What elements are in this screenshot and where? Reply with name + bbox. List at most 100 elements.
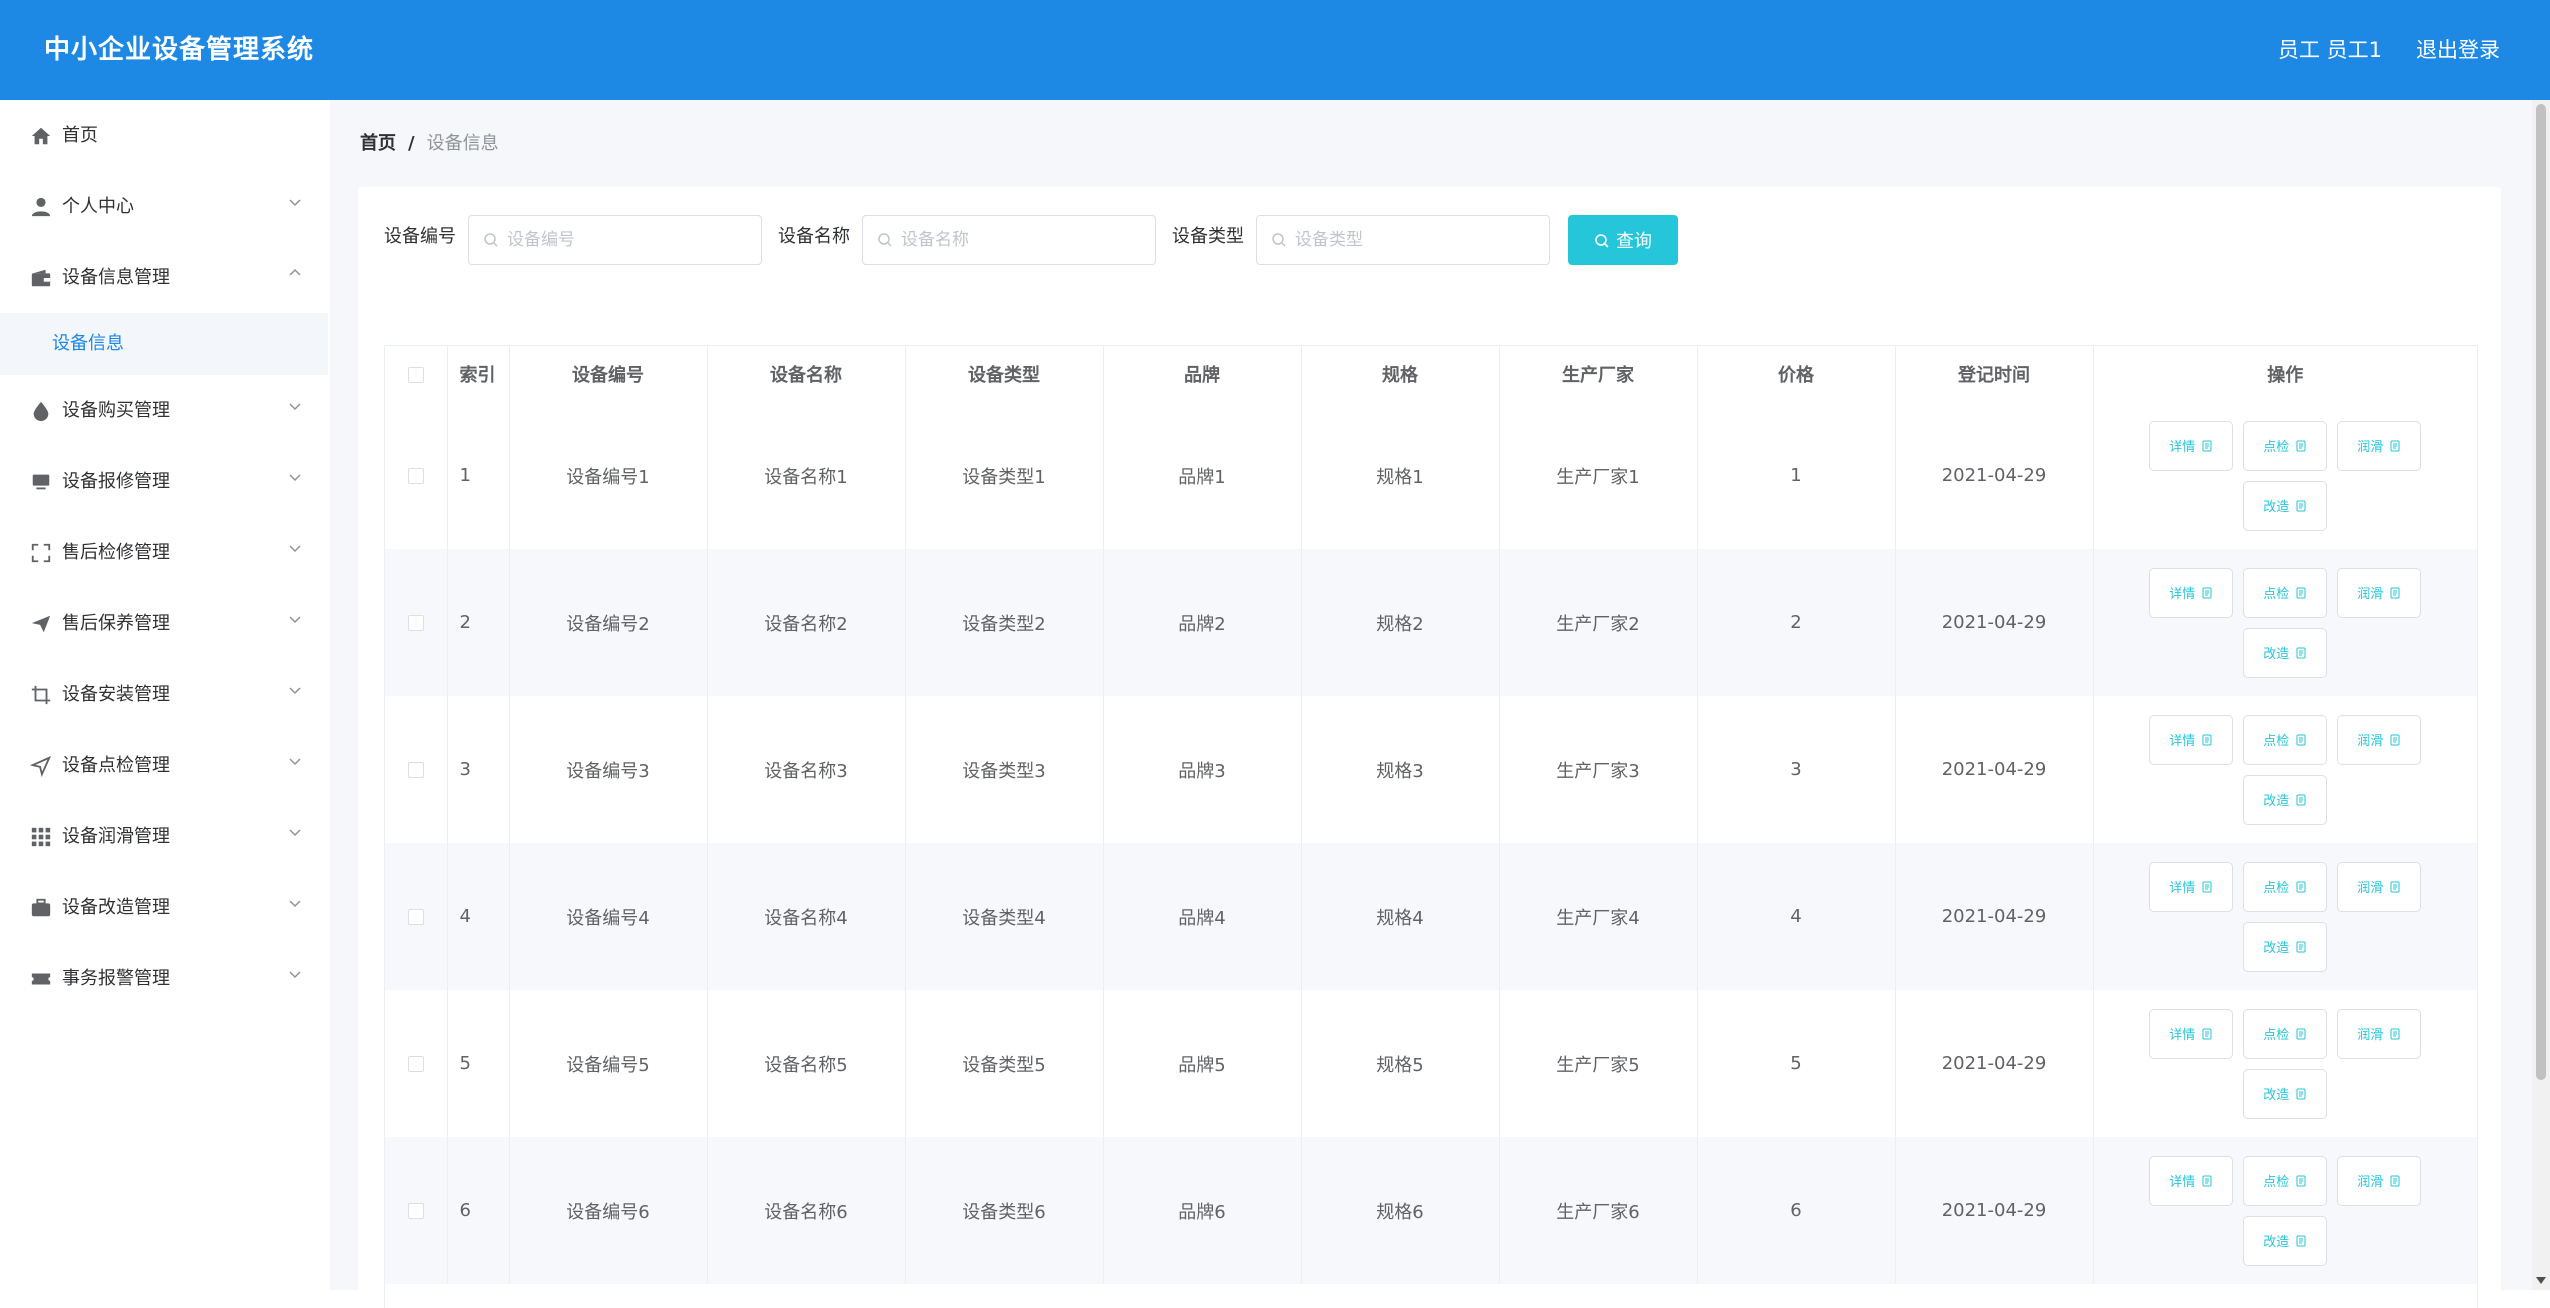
sidebar-item-repair-management[interactable]: 设备报修管理 — [0, 446, 330, 517]
sidebar: 首页 个人中心 设备信息管理 设备信息 设备购买管理 设备报修管理 售后检修管理… — [0, 100, 330, 1290]
action-label: 润滑 — [2357, 734, 2384, 749]
cell-device-name: 设备名称2 — [707, 549, 906, 696]
modify-button[interactable]: 改造 — [2243, 774, 2328, 825]
row-select-cell — [385, 402, 448, 549]
document-icon — [2202, 587, 2212, 598]
device-number-input[interactable] — [468, 215, 762, 265]
sidebar-item-device-info-management[interactable]: 设备信息管理 — [0, 242, 330, 313]
lubricate-button[interactable]: 润滑 — [2337, 714, 2422, 765]
lubricate-button[interactable]: 润滑 — [2337, 567, 2422, 618]
lubricate-button[interactable]: 润滑 — [2337, 1155, 2422, 1206]
sidebar-item-after-sales-inspection[interactable]: 售后检修管理 — [0, 517, 330, 588]
modify-button[interactable]: 改造 — [2243, 1215, 2328, 1266]
row-checkbox[interactable] — [407, 468, 424, 484]
page-scrollbar-thumb[interactable] — [2536, 104, 2546, 1080]
header-index: 索引 — [447, 346, 510, 402]
detail-button[interactable]: 详情 — [2149, 567, 2234, 618]
cell-device-number: 设备编号2 — [509, 549, 708, 696]
cell-spec: 规格5 — [1301, 990, 1500, 1137]
breadcrumb-home[interactable]: 首页 — [360, 133, 396, 154]
user-icon — [31, 197, 51, 217]
sidebar-item-label: 设备改造管理 — [62, 897, 170, 918]
cell-spec: 规格1 — [1301, 402, 1500, 549]
lubricate-button[interactable]: 润滑 — [2337, 420, 2422, 471]
wallet-icon — [31, 269, 51, 287]
modify-button[interactable]: 改造 — [2243, 627, 2328, 678]
action-label: 点检 — [2263, 881, 2290, 896]
table-row: 6 设备编号6 设备名称6 设备类型6 品牌6 规格6 生产厂家6 6 2021-04-29 详情… — [385, 1137, 2477, 1284]
spot-check-button[interactable]: 点检 — [2243, 714, 2328, 765]
row-checkbox[interactable] — [407, 1056, 424, 1072]
sidebar-item-personal-center[interactable]: 个人中心 — [0, 171, 330, 242]
cell-index: 4 — [447, 843, 510, 990]
current-user[interactable]: 员工 员工1 — [2278, 0, 2382, 100]
device-name-input[interactable] — [862, 215, 1156, 265]
action-label: 改造 — [2263, 500, 2290, 515]
sidebar-item-spot-check[interactable]: 设备点检管理 — [0, 730, 330, 801]
app-header: 中小企业设备管理系统 员工 员工1 退出登录 — [0, 0, 2550, 100]
sidebar-subitem-device-info[interactable]: 设备信息 — [0, 313, 328, 375]
cell-actions: 详情 点检 润滑改造 — [2093, 696, 2477, 843]
detail-button[interactable]: 详情 — [2149, 714, 2234, 765]
cell-brand: 品牌2 — [1103, 549, 1302, 696]
row-checkbox[interactable] — [407, 909, 424, 925]
cell-register-time: 2021-04-29 — [1895, 549, 2094, 696]
breadcrumb-current: 设备信息 — [426, 133, 499, 154]
spot-check-button[interactable]: 点检 — [2243, 567, 2328, 618]
spot-check-button[interactable]: 点检 — [2243, 420, 2328, 471]
table-row: 4 设备编号4 设备名称4 设备类型4 品牌4 规格4 生产厂家4 4 2021-04-29 详情… — [385, 843, 2477, 990]
device-table: 索引 设备编号 设备名称 设备类型 品牌 规格 生产厂家 价格 登记时间 操作 … — [384, 345, 2478, 1308]
spot-check-button[interactable]: 点检 — [2243, 1155, 2328, 1206]
detail-button[interactable]: 详情 — [2149, 420, 2234, 471]
spot-check-button[interactable]: 点检 — [2243, 1008, 2328, 1059]
sidebar-item-installation[interactable]: 设备安装管理 — [0, 659, 330, 730]
crop-icon — [31, 685, 51, 705]
sidebar-item-modification[interactable]: 设备改造管理 — [0, 872, 330, 943]
select-all-checkbox[interactable] — [407, 366, 424, 383]
row-checkbox[interactable] — [407, 1203, 424, 1219]
modify-button[interactable]: 改造 — [2243, 480, 2328, 531]
detail-button[interactable]: 详情 — [2149, 861, 2234, 912]
monitor-icon — [32, 474, 50, 490]
chevron-down-icon — [289, 545, 301, 553]
sidebar-item-device-purchase[interactable]: 设备购买管理 — [0, 375, 330, 446]
header-device-type: 设备类型 — [905, 346, 1104, 402]
spot-check-button[interactable]: 点检 — [2243, 861, 2328, 912]
document-icon — [2296, 1088, 2306, 1099]
select-all-header — [385, 346, 448, 402]
header-actions: 操作 — [2093, 346, 2477, 402]
row-checkbox[interactable] — [407, 615, 424, 631]
sidebar-item-after-sales-maintenance[interactable]: 售后保养管理 — [0, 588, 330, 659]
cell-manufacturer: 生产厂家5 — [1499, 990, 1698, 1137]
search-icon — [1272, 233, 1286, 247]
cell-device-number: 设备编号4 — [509, 843, 708, 990]
detail-button[interactable]: 详情 — [2149, 1155, 2234, 1206]
query-button[interactable]: 查询 — [1568, 215, 1678, 265]
cell-device-number: 设备编号6 — [509, 1137, 708, 1284]
breadcrumb-separator: / — [408, 133, 415, 154]
sidebar-item-label: 售后检修管理 — [62, 542, 170, 563]
sidebar-item-alarm[interactable]: 事务报警管理 — [0, 943, 330, 1014]
row-checkbox[interactable] — [407, 762, 424, 778]
sidebar-item-home[interactable]: 首页 — [0, 100, 330, 171]
ticket-icon — [31, 973, 51, 985]
action-label: 润滑 — [2357, 1028, 2384, 1043]
action-label: 润滑 — [2357, 587, 2384, 602]
lubricate-button[interactable]: 润滑 — [2337, 1008, 2422, 1059]
sidebar-item-label: 首页 — [62, 125, 98, 146]
sidebar-item-lubrication[interactable]: 设备润滑管理 — [0, 801, 330, 872]
device-type-input[interactable] — [1256, 215, 1550, 265]
action-label: 详情 — [2169, 734, 2196, 749]
row-select-cell — [385, 1137, 448, 1284]
detail-button[interactable]: 详情 — [2149, 1008, 2234, 1059]
modify-button[interactable]: 改造 — [2243, 921, 2328, 972]
sidebar-item-label: 设备报修管理 — [62, 471, 170, 492]
logout-link[interactable]: 退出登录 — [2416, 0, 2500, 100]
cell-manufacturer: 生产厂家1 — [1499, 402, 1698, 549]
sidebar-item-label: 设备信息管理 — [62, 267, 170, 288]
cell-register-time: 2021-04-29 — [1895, 1137, 2094, 1284]
scroll-down-arrow-icon[interactable] — [2536, 1277, 2546, 1284]
header-manufacturer: 生产厂家 — [1499, 346, 1698, 402]
modify-button[interactable]: 改造 — [2243, 1068, 2328, 1119]
lubricate-button[interactable]: 润滑 — [2337, 861, 2422, 912]
